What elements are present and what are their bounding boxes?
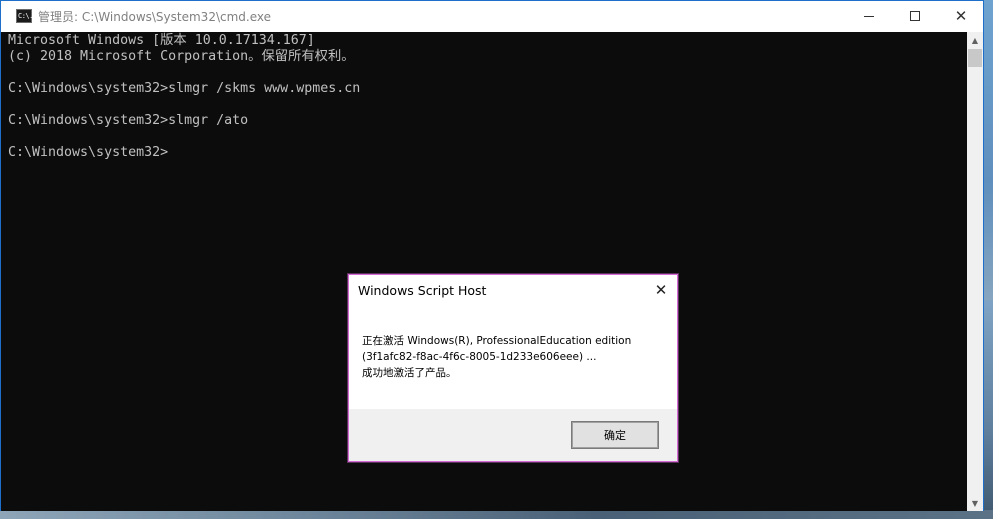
script-host-dialog: Windows Script Host ✕ 正在激活 Windows(R), P… bbox=[348, 274, 678, 462]
console-line: (c) 2018 Microsoft Corporation。保留所有权利。 bbox=[8, 49, 355, 64]
console-line: Microsoft Windows [版本 10.0.17134.167] bbox=[8, 33, 315, 48]
close-icon: ✕ bbox=[954, 6, 968, 25]
dialog-footer: 确定 bbox=[349, 409, 677, 461]
minimize-button[interactable] bbox=[846, 1, 892, 31]
dialog-message-line: (3f1afc82-f8ac-4f6c-8005-1d233e606eee) .… bbox=[362, 351, 597, 363]
cmd-icon[interactable]: C:\. bbox=[16, 9, 33, 23]
dialog-message-line: 成功地激活了产品。 bbox=[362, 367, 457, 379]
console-line: C:\Windows\system32>slmgr /ato bbox=[8, 113, 249, 128]
maximize-button[interactable] bbox=[892, 1, 938, 31]
close-button[interactable]: ✕ bbox=[938, 1, 984, 31]
minimize-icon bbox=[864, 15, 874, 17]
dialog-close-icon[interactable]: ✕ bbox=[649, 279, 673, 301]
scroll-thumb[interactable] bbox=[968, 49, 982, 67]
vertical-scrollbar[interactable]: ▲ ▼ bbox=[967, 32, 983, 511]
window-title: 管理员: C:\Windows\System32\cmd.exe bbox=[38, 10, 271, 24]
scroll-down-icon[interactable]: ▼ bbox=[967, 495, 983, 511]
dialog-message: 正在激活 Windows(R), ProfessionalEducation e… bbox=[362, 333, 672, 381]
console-line: C:\Windows\system32>slmgr /skms www.wpme… bbox=[8, 81, 361, 96]
dialog-title: Windows Script Host bbox=[358, 283, 487, 298]
title-bar[interactable]: C:\. 管理员: C:\Windows\System32\cmd.exe ✕ bbox=[1, 1, 983, 32]
console-prompt[interactable]: C:\Windows\system32> bbox=[8, 145, 967, 161]
desktop-wallpaper-right bbox=[984, 300, 993, 519]
desktop-wallpaper-bottom bbox=[0, 510, 993, 519]
scroll-up-icon[interactable]: ▲ bbox=[967, 32, 983, 48]
dialog-message-line: 正在激活 Windows(R), ProfessionalEducation e… bbox=[362, 335, 632, 347]
ok-button[interactable]: 确定 bbox=[571, 421, 659, 449]
maximize-icon bbox=[910, 11, 920, 21]
